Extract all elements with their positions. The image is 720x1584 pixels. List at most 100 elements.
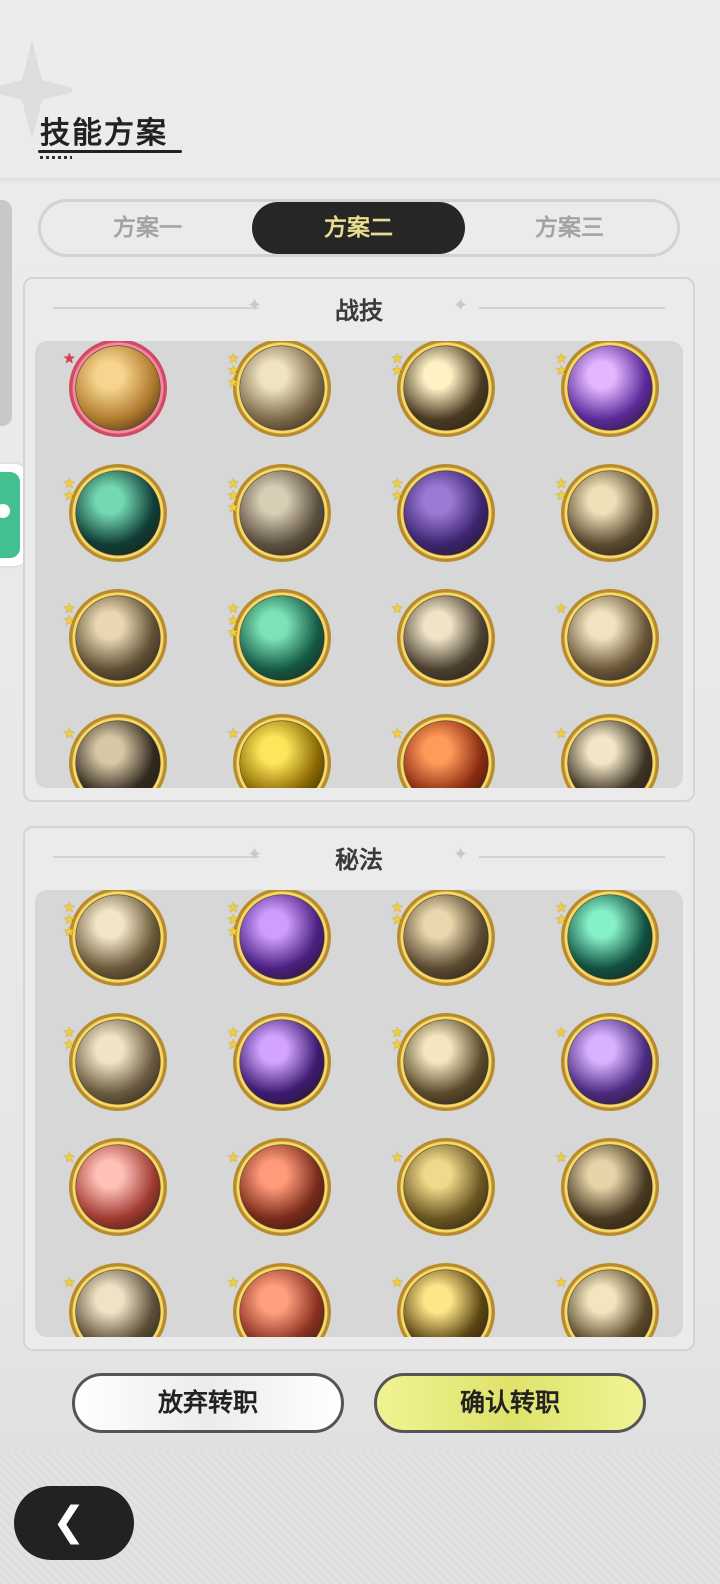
star-icon: ★ xyxy=(555,363,568,379)
skill-slot[interactable]: ★ ★ xyxy=(391,890,495,986)
golden-swirl-skill-icon xyxy=(76,346,160,430)
star-icon: ★ xyxy=(227,500,240,516)
star-icon: ★ xyxy=(391,363,404,379)
back-button[interactable]: ❮ xyxy=(14,1486,134,1560)
whirlwind-skill-icon xyxy=(568,596,652,680)
star-rank: ★ xyxy=(391,1150,411,1166)
star-icon: ★ xyxy=(555,488,568,504)
skill-slot[interactable]: ★ xyxy=(391,714,495,788)
star-rank: ★ ★ ★ xyxy=(227,602,247,640)
star-icon: ★ xyxy=(227,1037,240,1053)
star-rank: ★ xyxy=(63,351,83,367)
star-icon: ★ xyxy=(391,601,404,617)
skill-slot[interactable]: ★ xyxy=(227,1138,331,1236)
light-burst-skill-icon xyxy=(404,346,488,430)
tab-plan-2[interactable]: 方案二 xyxy=(252,202,465,254)
side-drawer-handle[interactable] xyxy=(0,200,12,426)
heal-beacon-skill-icon xyxy=(568,895,652,979)
skill-slot[interactable]: ★ ★ xyxy=(391,1013,495,1111)
skill-slot[interactable]: ★ ★ ★ xyxy=(63,890,167,986)
skill-slot[interactable]: ★ xyxy=(555,1263,659,1337)
skill-slot[interactable]: ★ ★ xyxy=(555,464,659,562)
star-icon: ★ xyxy=(63,1150,76,1166)
skill-slot[interactable]: ★ xyxy=(555,1013,659,1111)
skill-slot[interactable]: ★ ★ xyxy=(555,890,659,986)
star-rank: ★ xyxy=(63,1150,83,1166)
teal-slash-skill-icon xyxy=(76,471,160,555)
star-icon: ★ xyxy=(227,726,240,742)
skill-slot[interactable]: ★ xyxy=(227,714,331,788)
confirm-class-change-button[interactable]: 确认转职 xyxy=(374,1373,646,1433)
crescent-blade-skill-icon xyxy=(76,596,160,680)
sword-up-skill-icon xyxy=(76,1020,160,1104)
skill-slot[interactable]: ★ ★ xyxy=(391,464,495,562)
star-rank: ★ xyxy=(227,1276,247,1290)
skill-slot[interactable]: ★ xyxy=(63,1263,167,1337)
skill-slot[interactable]: ★ ★ xyxy=(63,1013,167,1111)
star-rank: ★ ★ xyxy=(63,1026,83,1052)
star-rank: ★ ★ xyxy=(227,1026,247,1053)
skill-slot[interactable]: ★ ★ ★ xyxy=(227,341,331,437)
star-rank: ★ xyxy=(63,727,83,741)
star-icon: ★ xyxy=(555,912,568,928)
skill-slot[interactable]: ★ ★ xyxy=(391,341,495,437)
star-rank: ★ ★ ★ xyxy=(227,477,247,516)
vortex-ring-skill-icon xyxy=(404,596,488,680)
star-icon: ★ xyxy=(391,912,404,928)
purple-claw-skill-icon xyxy=(404,471,488,555)
star-rank: ★ ★ xyxy=(391,901,411,928)
star-rank: ★ ★ ★ xyxy=(63,901,83,939)
star-rank: ★ xyxy=(555,601,575,617)
skill-slot[interactable]: ★ xyxy=(227,1263,331,1337)
star-icon: ★ xyxy=(555,601,568,617)
title-underline xyxy=(38,150,182,153)
tab-plan-1[interactable]: 方案一 xyxy=(41,202,254,254)
star-icon: ★ xyxy=(555,1275,568,1291)
skill-slot[interactable]: ★ ★ xyxy=(63,589,167,687)
skill-slot[interactable]: ★ ★ ★ xyxy=(227,890,331,986)
star-icon: ★ xyxy=(227,924,240,940)
red-sword-heal-skill-icon xyxy=(76,1145,160,1229)
skill-slot[interactable]: ★ xyxy=(555,589,659,687)
shadow-dragon-skill-icon xyxy=(568,1145,652,1229)
star-icon: ★ xyxy=(391,1150,404,1166)
skill-slot[interactable]: ★ ★ xyxy=(555,341,659,437)
skill-slot[interactable]: ★ xyxy=(555,714,659,788)
skill-slot[interactable]: ★ xyxy=(63,714,167,788)
skill-slot[interactable]: ★ ★ xyxy=(227,1013,331,1111)
star-rank: ★ xyxy=(391,1276,411,1290)
tab-plan-3[interactable]: 方案三 xyxy=(463,202,676,254)
star-rank: ★ ★ xyxy=(555,901,575,928)
star-icon: ★ xyxy=(227,1150,240,1166)
header-line-right xyxy=(479,307,665,309)
star-icon: ★ xyxy=(391,488,404,504)
skill-slot[interactable]: ★ xyxy=(391,1263,495,1337)
star-icon: ★ xyxy=(63,351,76,367)
skill-grid: ★ ★ ★ ★ ★ ★ ★ ★ ★ ★ ★ ★ ★ ★ ★ ★ ★ ★ ★ ★ ★ ★ ★ ★ ★ xyxy=(35,890,683,1337)
sparkle-icon: ✦ xyxy=(453,295,469,316)
skill-slot[interactable]: ★ ★ ★ xyxy=(227,589,331,687)
star-rank: ★ xyxy=(63,1276,83,1290)
star-rank: ★ ★ xyxy=(555,477,575,504)
skill-slot[interactable]: ★ xyxy=(63,1138,167,1236)
violet-orb-skill-icon xyxy=(568,1020,652,1104)
star-rank: ★ ★ xyxy=(63,602,83,628)
star-rank: ★ xyxy=(227,1150,247,1166)
sparkle-sword-skill-icon xyxy=(240,346,324,430)
plan-tab-bar: 方案一 方案二 方案三 xyxy=(38,199,680,257)
violet-flame-skill-icon xyxy=(240,895,324,979)
abandon-class-change-button[interactable]: 放弃转职 xyxy=(72,1373,344,1433)
red-armor-skill-icon xyxy=(240,1145,324,1229)
star-rank: ★ xyxy=(391,601,411,617)
star-icon: ★ xyxy=(391,1037,404,1053)
phantom-charge-skill-icon xyxy=(240,471,324,555)
skill-slot[interactable]: ★ xyxy=(391,589,495,687)
skill-slot[interactable]: ★ xyxy=(63,341,167,437)
heal-cloak-skill-icon xyxy=(404,1020,488,1104)
star-rank: ★ ★ xyxy=(63,477,83,503)
skill-slot[interactable]: ★ xyxy=(391,1138,495,1236)
skill-slot[interactable]: ★ xyxy=(555,1138,659,1236)
gauntlet-sweep-skill-icon xyxy=(568,471,652,555)
skill-slot[interactable]: ★ ★ xyxy=(63,464,167,562)
skill-slot[interactable]: ★ ★ ★ xyxy=(227,464,331,562)
